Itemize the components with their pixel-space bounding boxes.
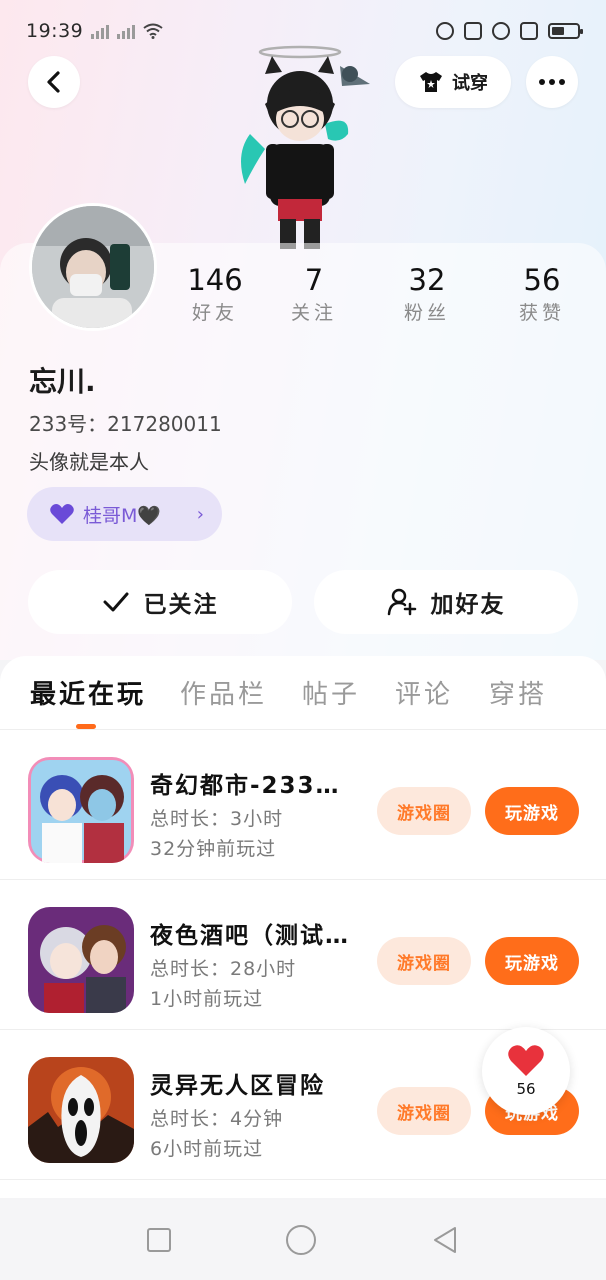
tshirt-icon xyxy=(420,72,442,92)
add-friend-label: 加好友 xyxy=(430,592,506,618)
tab-outfits[interactable]: 穿搭 xyxy=(489,674,547,711)
game-controller-icon xyxy=(464,22,482,40)
user-id: 233号：217280011 xyxy=(29,412,222,436)
stat-likes[interactable]: 56 获赞 xyxy=(497,262,587,328)
game-last-played: 32分钟前玩过 xyxy=(150,838,277,860)
nickname: 忘川. xyxy=(29,365,96,398)
relationship-tag[interactable]: 桂哥M🖤 › xyxy=(27,487,222,541)
game-circle-button[interactable]: 游戏圈 xyxy=(377,937,471,985)
stat-label: 关注 xyxy=(290,302,337,324)
more-dot-icon xyxy=(539,79,545,85)
bio: 头像就是本人 xyxy=(29,450,149,474)
game-title: 灵异无人区冒险 xyxy=(150,1073,325,1099)
check-icon xyxy=(103,592,128,612)
avatar-character-figure[interactable] xyxy=(230,44,380,249)
status-time: 19:39 xyxy=(26,20,84,42)
stat-number: 32 xyxy=(408,263,446,297)
relationship-tag-label: 桂哥M🖤 xyxy=(83,504,162,527)
stat-label: 获赞 xyxy=(518,302,565,324)
add-user-icon xyxy=(387,588,416,616)
game-last-played: 6小时前玩过 xyxy=(150,1138,264,1160)
signal-icon-2 xyxy=(117,23,136,39)
back-triangle-icon[interactable] xyxy=(431,1225,459,1255)
avatar[interactable] xyxy=(29,203,157,331)
play-game-button[interactable]: 玩游戏 xyxy=(485,937,579,985)
chevron-right-icon: › xyxy=(196,503,204,525)
notification-icon xyxy=(436,22,454,40)
tab-recently-played[interactable]: 最近在玩 xyxy=(30,674,146,711)
followed-label: 已关注 xyxy=(143,592,219,618)
stat-label: 粉丝 xyxy=(403,302,450,324)
game-icon[interactable] xyxy=(28,757,134,863)
more-options-button[interactable] xyxy=(526,56,578,108)
heart-icon xyxy=(50,504,74,524)
stat-following[interactable]: 7 关注 xyxy=(269,262,359,328)
recent-apps-icon[interactable] xyxy=(147,1228,172,1252)
stat-number: 146 xyxy=(187,263,243,297)
stat-label: 好友 xyxy=(191,302,238,324)
game-duration: 总时长：28小时 xyxy=(150,958,297,980)
home-icon[interactable] xyxy=(285,1225,316,1255)
tab-works[interactable]: 作品栏 xyxy=(180,674,267,711)
play-game-button[interactable]: 玩游戏 xyxy=(485,787,579,835)
game-circle-button[interactable]: 游戏圈 xyxy=(377,1087,471,1135)
floating-like-button[interactable]: 56 xyxy=(482,1027,570,1115)
back-button[interactable] xyxy=(28,56,80,108)
game-icon[interactable] xyxy=(28,907,134,1013)
add-friend-button[interactable]: 加好友 xyxy=(314,570,578,634)
stat-followers[interactable]: 32 粉丝 xyxy=(382,262,472,328)
game-row[interactable]: 奇幻都市-233… 总时长：3小时 32分钟前玩过 游戏圈 玩游戏 xyxy=(0,730,606,880)
like-count: 56 xyxy=(516,1080,536,1098)
game-circle-button[interactable]: 游戏圈 xyxy=(377,787,471,835)
try-on-label: 试穿 xyxy=(452,73,488,94)
followed-button[interactable]: 已关注 xyxy=(28,570,292,634)
game-title: 奇幻都市-233… xyxy=(150,773,341,799)
tab-indicator xyxy=(76,724,96,729)
game-duration: 总时长：3小时 xyxy=(150,808,284,830)
system-navigation-bar xyxy=(0,1200,606,1280)
signal-icon xyxy=(91,23,110,39)
tab-posts[interactable]: 帖子 xyxy=(302,674,360,711)
game-row[interactable]: 夜色酒吧（测试… 总时长：28小时 1小时前玩过 游戏圈 玩游戏 xyxy=(0,880,606,1030)
game-icon[interactable] xyxy=(28,1057,134,1163)
wifi-icon xyxy=(143,23,163,39)
alarm-icon xyxy=(492,22,510,40)
profile-tabs: 最近在玩 作品栏 帖子 评论 穿搭 xyxy=(0,656,606,730)
stat-number: 56 xyxy=(523,263,561,297)
game-last-played: 1小时前玩过 xyxy=(150,988,264,1010)
game-duration: 总时长：4分钟 xyxy=(150,1108,284,1130)
battery-icon xyxy=(548,23,583,39)
heart-icon xyxy=(508,1045,544,1076)
try-on-button[interactable]: 试穿 xyxy=(395,56,511,108)
chevron-left-icon xyxy=(47,71,60,93)
stat-friends[interactable]: 146 好友 xyxy=(170,262,260,328)
tab-comments[interactable]: 评论 xyxy=(395,674,453,711)
stat-number: 7 xyxy=(304,263,324,297)
nfc-icon xyxy=(520,22,538,40)
profile-stats: 146 好友 7 关注 32 粉丝 56 获赞 xyxy=(170,262,590,334)
profile-content: 最近在玩 作品栏 帖子 评论 穿搭 奇幻都市-233… 总时长：3小时 32分钟… xyxy=(0,656,606,1198)
game-title: 夜色酒吧（测试… xyxy=(150,923,350,949)
